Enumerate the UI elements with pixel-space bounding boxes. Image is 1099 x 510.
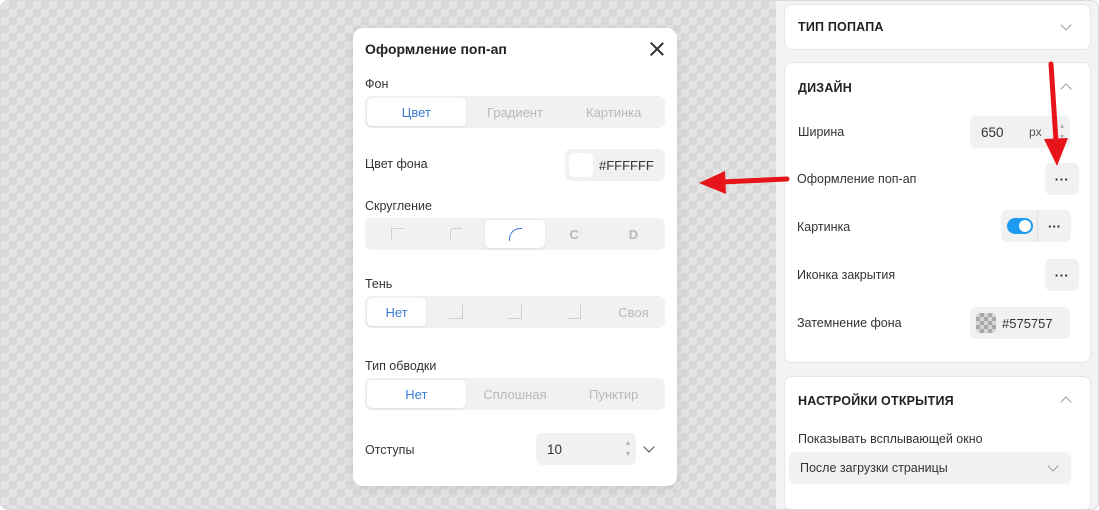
shadow-option-custom[interactable]: Своя — [604, 298, 663, 326]
rounding-option-3[interactable] — [485, 220, 545, 248]
app-frame: Оформление поп-ап Фон Цвет Градиент Карт… — [0, 0, 1099, 510]
design-title: ДИЗАЙН — [798, 81, 852, 95]
popup-type-toggle[interactable] — [1060, 19, 1072, 31]
padding-expand-button[interactable] — [643, 441, 655, 453]
shadow-segmented: Нет Своя — [365, 296, 665, 328]
popup-style-more-button[interactable]: ··· — [1045, 163, 1079, 195]
width-input[interactable]: 650 px ▴ ▾ — [970, 116, 1070, 148]
shadow-option-3[interactable] — [545, 298, 604, 326]
overlay-color-hex[interactable]: #575757 — [1002, 316, 1053, 331]
corner-round-icon — [508, 227, 522, 241]
open-settings-card: НАСТРОЙКИ ОТКРЫТИЯ Показывать всплывающе… — [784, 376, 1091, 509]
image-toggle[interactable] — [1007, 218, 1033, 234]
close-icon[interactable] — [649, 41, 665, 57]
bg-color-picker[interactable]: #FFFFFF — [565, 149, 665, 181]
popup-type-title: ТИП ПОПАПА — [798, 20, 884, 34]
shadow-option-none[interactable]: Нет — [367, 298, 427, 326]
chevron-down-icon — [1060, 19, 1072, 31]
stepper-up-icon[interactable]: ▴ — [626, 437, 630, 448]
stroke-option-none[interactable]: Нет — [367, 380, 466, 408]
padding-input[interactable]: 10 ▴ ▾ — [536, 433, 636, 465]
padding-label: Отступы — [365, 443, 415, 457]
overlay-color-picker[interactable]: #575757 — [970, 307, 1070, 339]
stepper-down-icon[interactable]: ▾ — [626, 448, 630, 459]
rounding-segmented: C D — [365, 218, 665, 250]
chevron-down-icon — [643, 441, 655, 453]
overlay-label: Затемнение фона — [797, 316, 902, 330]
open-settings-collapse-toggle[interactable] — [1060, 396, 1072, 408]
padding-value[interactable]: 10 — [547, 442, 562, 457]
rounding-option-d[interactable]: D — [604, 220, 663, 248]
stepper-up-icon[interactable]: ▴ — [1060, 120, 1064, 131]
stroke-option-solid[interactable]: Сплошная — [466, 380, 565, 408]
rounding-label: Скругление — [365, 199, 432, 213]
width-stepper[interactable]: ▴ ▾ — [1060, 120, 1064, 142]
show-trigger-select[interactable]: После загрузки страницы — [789, 452, 1071, 484]
shadow-small-icon — [448, 305, 463, 319]
bg-option-gradient[interactable]: Градиент — [466, 98, 565, 126]
dialog-title: Оформление поп-ап — [365, 41, 507, 57]
rounding-option-c[interactable]: C — [545, 220, 604, 248]
chevron-up-icon — [1060, 83, 1072, 95]
stepper-down-icon[interactable]: ▾ — [1060, 131, 1064, 142]
popup-style-label: Оформление поп-ап — [797, 172, 917, 186]
image-more-button[interactable]: ··· — [1037, 210, 1071, 242]
color-swatch[interactable] — [569, 153, 593, 177]
stroke-type-segmented: Нет Сплошная Пунктир — [365, 378, 665, 410]
shadow-large-icon — [567, 305, 582, 319]
image-controls: ··· — [1001, 210, 1071, 242]
shadow-option-1[interactable] — [426, 298, 485, 326]
design-collapse-toggle[interactable] — [1060, 83, 1072, 95]
popup-style-dialog: Оформление поп-ап Фон Цвет Градиент Карт… — [353, 28, 677, 486]
width-value[interactable]: 650 — [981, 125, 1004, 140]
transparency-swatch[interactable] — [976, 313, 996, 333]
stroke-option-dashed[interactable]: Пунктир — [564, 380, 663, 408]
background-label: Фон — [365, 77, 389, 91]
chevron-down-icon — [1047, 460, 1059, 472]
shadow-label: Тень — [365, 277, 393, 291]
image-label: Картинка — [797, 220, 851, 234]
show-popup-label: Показывать всплывающей окно — [798, 432, 983, 446]
popup-type-card[interactable]: ТИП ПОПАПА — [784, 4, 1091, 50]
stroke-label: Тип обводки — [365, 359, 437, 373]
bg-color-hex[interactable]: #FFFFFF — [599, 158, 654, 173]
width-unit: px — [1029, 125, 1042, 139]
shadow-option-2[interactable] — [485, 298, 544, 326]
shadow-medium-icon — [508, 305, 522, 319]
open-settings-title: НАСТРОЙКИ ОТКРЫТИЯ — [798, 394, 954, 408]
rounding-option-1[interactable] — [367, 220, 426, 248]
settings-panel: ТИП ПОПАПА ДИЗАЙН Ширина 650 px ▴ ▾ Оформ… — [776, 1, 1098, 509]
close-icon-label: Иконка закрытия — [797, 268, 896, 282]
corner-small-icon — [449, 228, 462, 240]
rounding-option-2[interactable] — [426, 220, 485, 248]
show-trigger-value[interactable]: После загрузки страницы — [800, 461, 948, 475]
bg-color-label: Цвет фона — [365, 157, 428, 171]
bg-option-color[interactable]: Цвет — [367, 98, 466, 126]
padding-stepper[interactable]: ▴ ▾ — [626, 437, 630, 459]
chevron-up-icon — [1060, 396, 1072, 408]
close-icon-more-button[interactable]: ··· — [1045, 259, 1079, 291]
background-type-segmented: Цвет Градиент Картинка — [365, 96, 665, 128]
corner-sharp-icon — [390, 228, 403, 240]
width-label: Ширина — [798, 125, 845, 139]
bg-option-image[interactable]: Картинка — [564, 98, 663, 126]
